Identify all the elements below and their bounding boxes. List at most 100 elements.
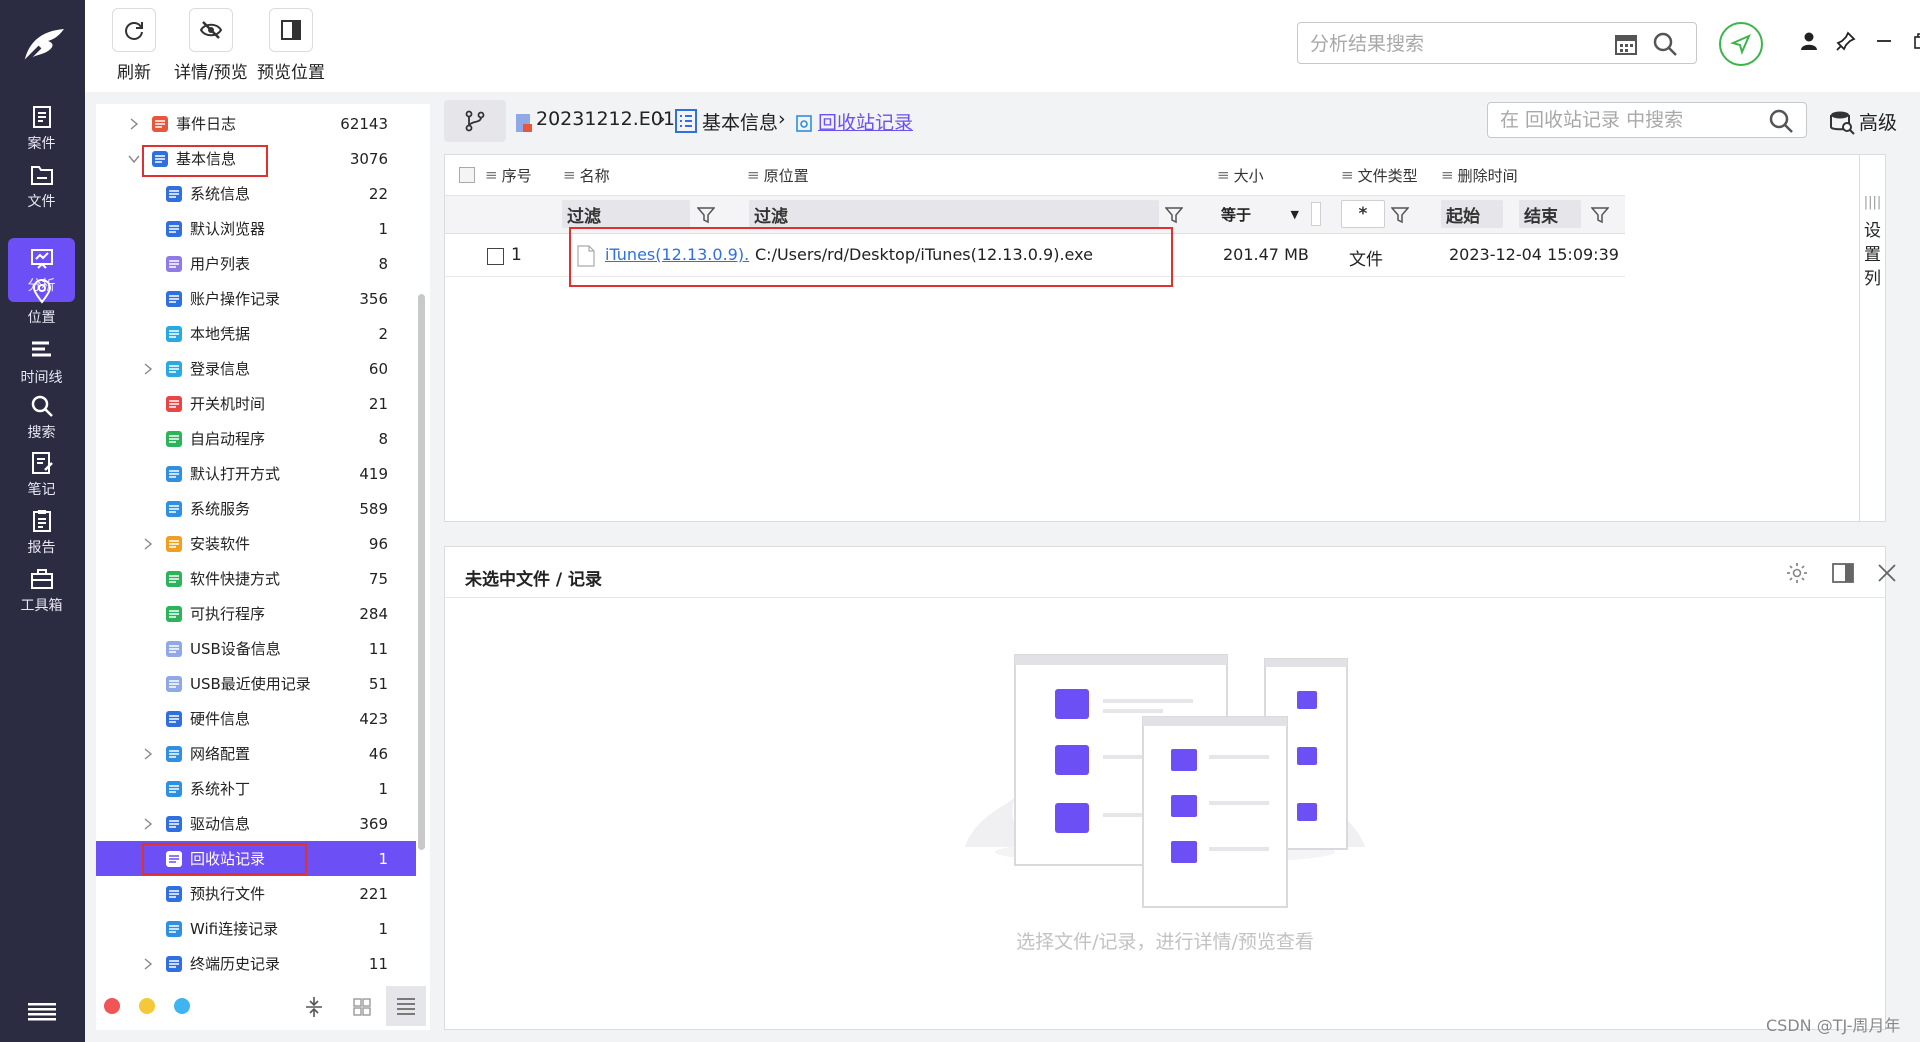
chevron-down-icon[interactable] bbox=[128, 153, 140, 165]
tree-item[interactable]: 网络配置 46 bbox=[96, 736, 416, 771]
pin-icon[interactable] bbox=[1835, 30, 1857, 52]
restore-icon[interactable] bbox=[1911, 30, 1920, 52]
start-date-input[interactable]: 起始 bbox=[1441, 200, 1503, 228]
chevron-right-icon[interactable] bbox=[142, 362, 154, 375]
red-dot[interactable] bbox=[104, 998, 120, 1014]
tree-item[interactable]: 系统补丁 1 bbox=[96, 771, 416, 806]
chevron-right-icon[interactable] bbox=[142, 957, 154, 970]
analysis-search-box[interactable] bbox=[1297, 22, 1697, 64]
tree-item[interactable]: 用户列表 8 bbox=[96, 246, 416, 281]
tree-item-count: 8 bbox=[378, 254, 388, 273]
tree-item-label: 驱动信息 bbox=[190, 815, 251, 833]
grid-view-icon[interactable] bbox=[352, 997, 372, 1017]
column-header-filetype[interactable]: ≡ 文件类型 bbox=[1341, 155, 1418, 195]
select-all-checkbox[interactable] bbox=[459, 167, 475, 183]
rail-item-6[interactable]: 笔记 bbox=[8, 442, 75, 506]
tree-item[interactable]: 预执行文件 221 bbox=[96, 876, 416, 911]
status-indicator-button[interactable] bbox=[1719, 22, 1763, 66]
row-checkbox[interactable] bbox=[487, 248, 504, 265]
tree-item[interactable]: USB最近使用记录 51 bbox=[96, 666, 416, 701]
tree-item[interactable]: 默认浏览器 1 bbox=[96, 211, 416, 246]
tree-item[interactable]: 硬件信息 423 bbox=[96, 701, 416, 736]
tree-scrollbar[interactable] bbox=[418, 294, 425, 850]
column-header-name[interactable]: ≡ 名称 bbox=[563, 155, 610, 195]
detail-preview-button[interactable]: 详情/预览 bbox=[174, 8, 248, 83]
tree-item-label: 默认浏览器 bbox=[190, 220, 266, 238]
tree-item[interactable]: 系统服务 589 bbox=[96, 491, 416, 526]
tree-item[interactable]: 账户操作记录 356 bbox=[96, 281, 416, 316]
collapse-all-icon[interactable] bbox=[304, 996, 324, 1018]
chevron-right-icon[interactable] bbox=[128, 117, 140, 130]
rail-item-7[interactable]: 报告 bbox=[8, 500, 75, 564]
rail-item-label: 工具箱 bbox=[20, 597, 63, 614]
panel-right-icon bbox=[281, 20, 301, 40]
tree-item[interactable]: Wifi连接记录 1 bbox=[96, 911, 416, 946]
chevron-right-icon[interactable] bbox=[142, 817, 154, 830]
tree-item[interactable]: 系统信息 22 bbox=[96, 176, 416, 211]
name-filter-input[interactable]: 过滤 bbox=[562, 200, 690, 228]
column-header-location[interactable]: ≡ 原位置 bbox=[747, 155, 809, 195]
tree-item[interactable]: 软件快捷方式 75 bbox=[96, 561, 416, 596]
rail-item-3[interactable]: 位置 bbox=[8, 270, 75, 334]
location-filter-input[interactable]: 过滤 bbox=[749, 200, 1159, 228]
branch-button[interactable] bbox=[444, 100, 506, 142]
tree-item[interactable]: 自启动程序 8 bbox=[96, 421, 416, 456]
end-date-input[interactable]: 结束 bbox=[1519, 200, 1581, 228]
breadcrumb-category[interactable]: 基本信息 bbox=[702, 108, 778, 135]
analysis-search-input[interactable] bbox=[1310, 31, 1600, 57]
list-view-button[interactable] bbox=[386, 986, 426, 1026]
tree-item[interactable]: 终端历史记录 11 bbox=[96, 946, 416, 981]
detail-divider bbox=[445, 597, 1885, 598]
rail-item-1[interactable]: 文件 bbox=[8, 154, 75, 218]
refresh-button[interactable]: 刷新 bbox=[112, 8, 156, 83]
tree-item[interactable]: 可执行程序 284 bbox=[96, 596, 416, 631]
tree-item[interactable]: 本地凭据 2 bbox=[96, 316, 416, 351]
tree-item[interactable]: USB设备信息 11 bbox=[96, 631, 416, 666]
size-operator-select[interactable]: 等于 ▼ bbox=[1215, 200, 1305, 228]
tree-item[interactable]: 默认打开方式 419 bbox=[96, 456, 416, 491]
close-panel-icon[interactable] bbox=[1875, 561, 1899, 585]
category-icon bbox=[166, 955, 182, 972]
tree-item-count: 96 bbox=[368, 534, 388, 553]
tree-item-label: 网络配置 bbox=[190, 745, 251, 763]
filter-icon[interactable] bbox=[1391, 206, 1409, 224]
column-settings-button[interactable]: |||| 设 置 列 bbox=[1859, 155, 1885, 521]
menu-icon[interactable] bbox=[28, 1002, 56, 1022]
tree-item[interactable]: 开关机时间 21 bbox=[96, 386, 416, 421]
tree-item[interactable]: 事件日志 62143 bbox=[96, 106, 416, 141]
search-icon[interactable] bbox=[1652, 31, 1678, 57]
filter-icon[interactable] bbox=[1591, 206, 1609, 224]
panel-right-icon[interactable] bbox=[1831, 561, 1855, 585]
rail-item-5[interactable]: 搜索 bbox=[8, 385, 75, 449]
filter-icon[interactable] bbox=[697, 206, 715, 224]
column-header-deleted[interactable]: ≡ 删除时间 bbox=[1441, 155, 1518, 195]
tree-item[interactable]: 登录信息 60 bbox=[96, 351, 416, 386]
minimize-icon[interactable] bbox=[1873, 30, 1895, 52]
filter-icon[interactable] bbox=[1165, 206, 1183, 224]
rail-item-0[interactable]: 案件 bbox=[8, 96, 75, 160]
user-icon[interactable] bbox=[1798, 30, 1820, 52]
breadcrumb-evidence[interactable]: 20231212.E01 bbox=[536, 108, 675, 130]
chevron-right-icon[interactable] bbox=[142, 747, 154, 760]
record-search-box[interactable] bbox=[1487, 102, 1807, 138]
gear-icon[interactable] bbox=[1785, 561, 1809, 585]
column-settings-grip-icon: |||| bbox=[1863, 195, 1882, 210]
record-search-input[interactable] bbox=[1500, 108, 1750, 132]
advanced-search-button[interactable]: 高级 bbox=[1829, 108, 1897, 135]
tree-item-label: 可执行程序 bbox=[190, 605, 266, 623]
preview-position-button[interactable]: 预览位置 bbox=[257, 8, 325, 83]
calendar-icon[interactable] bbox=[1614, 32, 1638, 56]
tree-item[interactable]: 驱动信息 369 bbox=[96, 806, 416, 841]
filetype-filter-input[interactable]: * bbox=[1341, 200, 1385, 228]
size-value-input[interactable] bbox=[1311, 202, 1321, 226]
blue-dot[interactable] bbox=[174, 998, 190, 1014]
rail-item-8[interactable]: 工具箱 bbox=[8, 558, 75, 622]
search-icon[interactable] bbox=[1768, 108, 1794, 134]
breadcrumb-current[interactable]: 回收站记录 bbox=[818, 108, 913, 135]
tree-item[interactable]: 安装软件 96 bbox=[96, 526, 416, 561]
column-header-index[interactable]: ≡ 序号 bbox=[485, 155, 532, 195]
detail-preview-label: 详情/预览 bbox=[174, 63, 248, 83]
column-header-size[interactable]: ≡ 大小 bbox=[1217, 155, 1264, 195]
chevron-right-icon[interactable] bbox=[142, 537, 154, 550]
yellow-dot[interactable] bbox=[139, 998, 155, 1014]
